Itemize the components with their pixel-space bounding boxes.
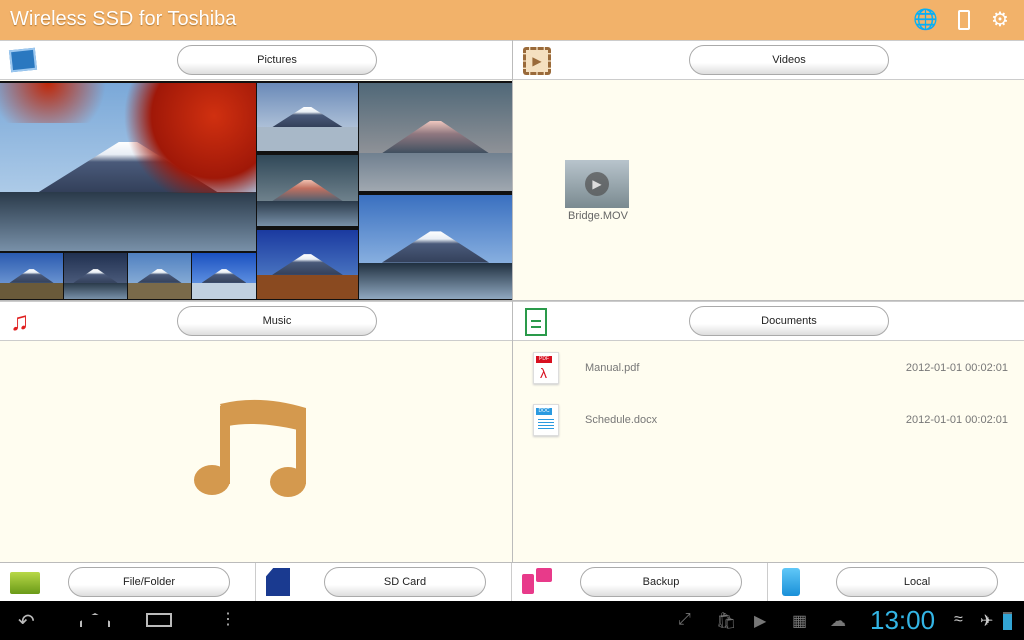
document-row[interactable]: PDF λ Manual.pdf 2012-01-01 00:02:01: [513, 342, 1024, 392]
photo-thumbnail[interactable]: [359, 195, 512, 299]
documents-header: Documents: [513, 301, 1024, 341]
docx-file-icon: DOC: [533, 404, 559, 436]
settings-icon[interactable]: ⚙: [988, 8, 1012, 32]
document-date: 2012-01-01 00:02:01: [905, 362, 1008, 374]
document-row[interactable]: DOC Schedule.docx 2012-01-01 00:02:01: [513, 394, 1024, 444]
local-cell: Local: [768, 563, 1024, 602]
photo-thumbnail[interactable]: [257, 155, 358, 226]
wifi-icon: ≈: [954, 611, 963, 628]
sd-card-button[interactable]: SD Card: [324, 567, 486, 597]
photo-thumbnail[interactable]: [0, 83, 256, 251]
airplane-icon: ✈: [980, 613, 994, 630]
document-name: Manual.pdf: [585, 362, 640, 374]
bottom-toolbar: File/Folder SD Card Backup Local: [0, 562, 1024, 602]
system-nav-bar: ↶ ⋮ ⤢ 🛍 ▶ ▦ ☁ 13:00 ≈ ✈: [0, 601, 1024, 640]
document-icon: [523, 308, 553, 336]
pdf-file-icon: PDF λ: [533, 352, 559, 384]
battery-status-icon: [1003, 612, 1012, 630]
video-film-icon: ▶: [523, 47, 553, 75]
network-icon[interactable]: 🌐: [913, 8, 938, 32]
video-name: Bridge.MOV: [568, 210, 628, 222]
local-button[interactable]: Local: [836, 567, 998, 597]
battery-icon[interactable]: [952, 8, 976, 32]
back-icon[interactable]: ↶: [18, 609, 35, 634]
music-button[interactable]: Music: [177, 306, 377, 336]
photo-thumbnail[interactable]: [128, 253, 191, 299]
pictures-thumbnail-grid[interactable]: [0, 81, 512, 301]
clock[interactable]: 13:00: [870, 605, 935, 636]
sd-card-icon: [266, 568, 296, 596]
sd-card-cell: SD Card: [256, 563, 512, 602]
app-title: Wireless SSD for Toshiba: [10, 8, 237, 30]
file-type-tag: PDF: [536, 356, 552, 363]
photo-thumbnail[interactable]: [64, 253, 127, 299]
backup-cell: Backup: [512, 563, 768, 602]
backup-button[interactable]: Backup: [580, 567, 742, 597]
music-note-icon: ♫: [10, 306, 30, 336]
photo-thumbnail[interactable]: [359, 83, 512, 191]
store-bag-icon: 🛍: [716, 613, 737, 630]
photo-thumbnail[interactable]: [257, 230, 358, 299]
gallery-icon: ▦: [792, 613, 808, 630]
pictures-button[interactable]: Pictures: [177, 45, 377, 75]
videos-header: ▶ Videos: [513, 40, 1024, 80]
video-item[interactable]: ▶ Bridge.MOV: [565, 160, 631, 222]
document-name: Schedule.docx: [585, 414, 658, 426]
videos-button[interactable]: Videos: [689, 45, 889, 75]
music-header: ♫ Music: [0, 301, 512, 341]
pictures-header: Pictures: [0, 40, 512, 80]
app-header: Wireless SSD for Toshiba 🌐 ⚙: [0, 0, 1024, 40]
photo-thumbnail[interactable]: [192, 253, 256, 299]
expand-icon[interactable]: ⤢: [678, 611, 691, 629]
play-store-icon: ▶: [754, 613, 767, 630]
file-folder-button[interactable]: File/Folder: [68, 567, 230, 597]
music-placeholder-icon: [194, 399, 306, 497]
file-folder-cell: File/Folder: [0, 563, 256, 602]
home-icon[interactable]: [80, 609, 110, 627]
backup-icon: [522, 568, 552, 596]
video-thumbnail: ▶: [565, 160, 629, 208]
photo-thumbnail[interactable]: [257, 83, 358, 151]
photo-thumbnail[interactable]: [0, 253, 63, 299]
phone-icon: [778, 568, 808, 596]
recent-apps-icon[interactable]: [146, 609, 172, 627]
play-icon: ▶: [585, 172, 609, 196]
pictures-icon: [8, 47, 40, 75]
menu-icon[interactable]: ⋮: [220, 609, 236, 629]
folder-icon: [10, 568, 40, 596]
divider: [512, 40, 513, 601]
document-date: 2012-01-01 00:02:01: [905, 414, 1008, 426]
documents-button[interactable]: Documents: [689, 306, 889, 336]
file-type-tag: DOC: [536, 408, 552, 415]
upload-cloud-icon: ☁: [830, 613, 846, 630]
